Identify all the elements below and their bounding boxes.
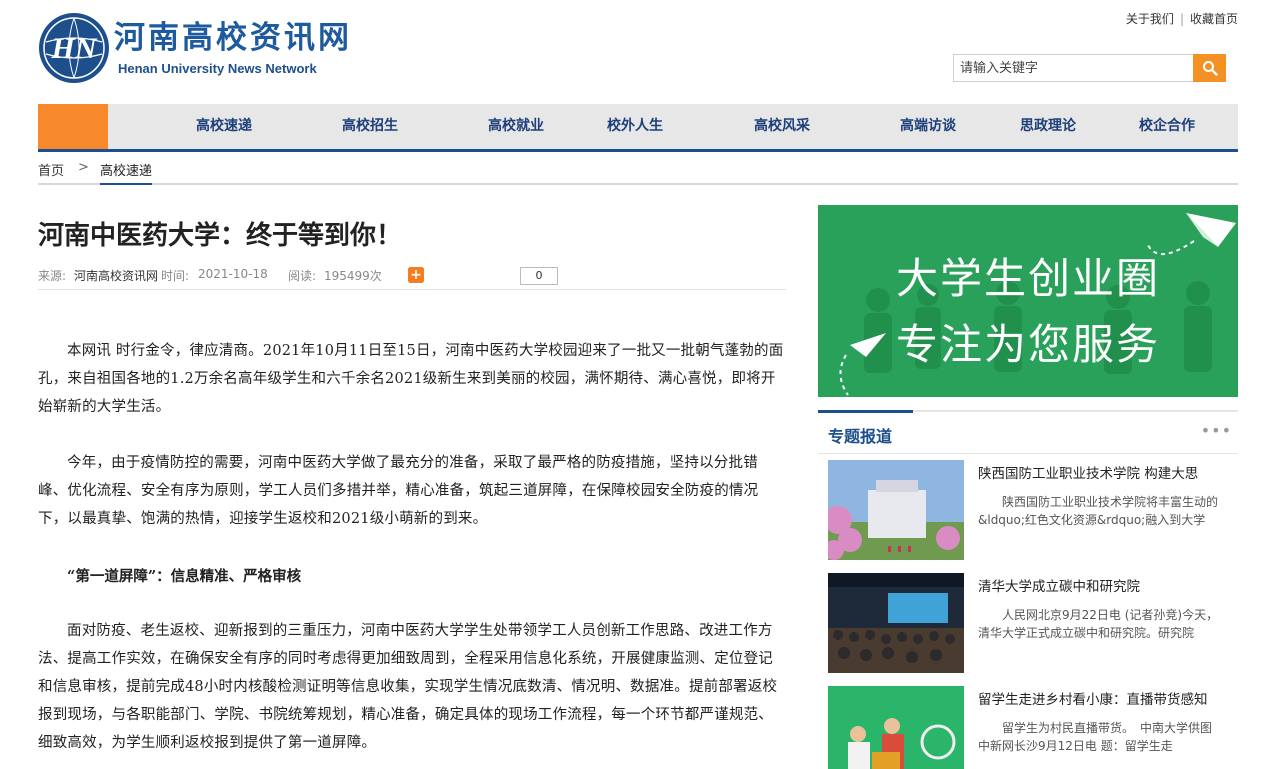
news-title[interactable]: 留学生走进乡村看小康：直播带货感知	[978, 688, 1208, 708]
news-thumbnail	[828, 573, 964, 673]
breadcrumb: 首页 > 高校速递	[38, 152, 1238, 185]
breadcrumb-home[interactable]: 首页	[38, 160, 64, 179]
more-icon[interactable]: •••	[1201, 421, 1232, 440]
article-paragraph: 本网讯 时行金令，律应清商。2021年10月11日至15日，河南中医药大学校园迎…	[38, 343, 784, 415]
more-share-icon[interactable]: +	[408, 267, 424, 283]
search-box	[953, 54, 1226, 82]
search-input[interactable]	[953, 54, 1193, 82]
logo-title-en: Henan University News Network	[118, 61, 317, 76]
breadcrumb-separator: >	[78, 160, 89, 175]
entrepreneur-banner[interactable]: 大学生创业圈 专注为您服务	[818, 205, 1238, 397]
list-item[interactable]: 留学生走进乡村看小康：直播带货感知 留学生为村民直播带货。 中南大学供图 中新网…	[828, 686, 1238, 769]
logo-title-cn: 河南高校资讯网	[114, 20, 352, 56]
source-value: 河南高校资讯网	[74, 269, 159, 283]
search-icon	[1202, 61, 1218, 76]
article-paragraph: 面对防疫、老生返校、迎新报到的三重压力，河南中医药大学学生处带领学工人员创新工作…	[38, 623, 778, 751]
breadcrumb-current[interactable]: 高校速递	[100, 160, 153, 185]
bookmark-link[interactable]: 收藏首页	[1190, 12, 1238, 26]
article-subheading: “第一道屏障”：信息精准、严格审核	[67, 568, 302, 585]
nav-item-cooperation[interactable]: 校企合作	[1139, 104, 1195, 149]
nav-item-interviews[interactable]: 高端访谈	[900, 104, 956, 149]
site-logo[interactable]: HN 河南高校资讯网 Henan University News Network	[38, 12, 352, 84]
link-separator: |	[1179, 12, 1184, 26]
nav-item-employment[interactable]: 高校就业	[488, 104, 544, 149]
hn-logo-icon: HN	[39, 13, 109, 83]
list-item[interactable]: 陕西国防工业职业技术学院 构建大思 陕西国防工业职业技术学院将丰富生动的&ldq…	[828, 460, 1238, 560]
reads-value: 195499次	[324, 269, 382, 283]
source-label: 来源:	[38, 269, 67, 283]
time-label: 时间:	[161, 269, 190, 283]
topic-accent-bar	[818, 410, 913, 413]
nav-item-express[interactable]: 高校速递	[196, 104, 252, 149]
news-title[interactable]: 陕西国防工业职业技术学院 构建大思	[978, 462, 1198, 482]
topic-title: 专题报道	[828, 427, 893, 446]
main-nav: 高校速递 高校招生 高校就业 校外人生 高校风采 高端访谈 思政理论 校企合作	[38, 104, 1238, 152]
banner-title: 大学生创业圈	[895, 254, 1160, 303]
list-item[interactable]: 清华大学成立碳中和研究院 人民网北京9月22日电 (记者孙竞)今天，清华大学正式…	[828, 573, 1238, 673]
reads-label: 阅读:	[288, 269, 317, 283]
banner-subtitle: 专注为您服务	[895, 320, 1160, 369]
nav-item-ideology[interactable]: 思政理论	[1020, 104, 1076, 149]
news-summary: 陕西国防工业职业技术学院将丰富生动的&ldquo;红色文化资源&rdquo;融入…	[978, 495, 1219, 527]
about-us-link[interactable]: 关于我们	[1126, 12, 1174, 26]
time-value: 2021-10-18	[198, 267, 268, 281]
nav-item-off-campus[interactable]: 校外人生	[607, 104, 663, 149]
search-button[interactable]	[1193, 54, 1226, 82]
article-title: 河南中医药大学：终于等到你！	[38, 221, 403, 251]
article-meta: 来源: 河南高校资讯网 时间: 2021-10-18 阅读: 195499次 +…	[38, 265, 786, 290]
site-header: HN 河南高校资讯网 Henan University News Network…	[0, 0, 1275, 104]
news-summary: 人民网北京9月22日电 (记者孙竞)今天，清华大学正式成立碳中和研究院。研究院	[978, 608, 1219, 640]
news-title[interactable]: 清华大学成立碳中和研究院	[978, 575, 1140, 595]
nav-item-admissions[interactable]: 高校招生	[342, 104, 398, 149]
news-summary: 留学生为村民直播带货。 中南大学供图 中新网长沙9月12日电 题：留学生走	[978, 721, 1237, 753]
nav-home-block[interactable]	[38, 104, 108, 149]
share-count: 0	[520, 267, 558, 285]
topic-section-header: 专题报道 •••	[818, 410, 1238, 454]
svg-text:HN: HN	[51, 32, 98, 65]
top-links: 关于我们 | 收藏首页	[1126, 10, 1238, 27]
news-thumbnail	[828, 686, 964, 769]
article-paragraph: 今年，由于疫情防控的需要，河南中医药大学做了最充分的准备，采取了最严格的防疫措施…	[38, 455, 759, 527]
nav-item-style[interactable]: 高校风采	[754, 104, 810, 149]
news-thumbnail	[828, 460, 964, 560]
